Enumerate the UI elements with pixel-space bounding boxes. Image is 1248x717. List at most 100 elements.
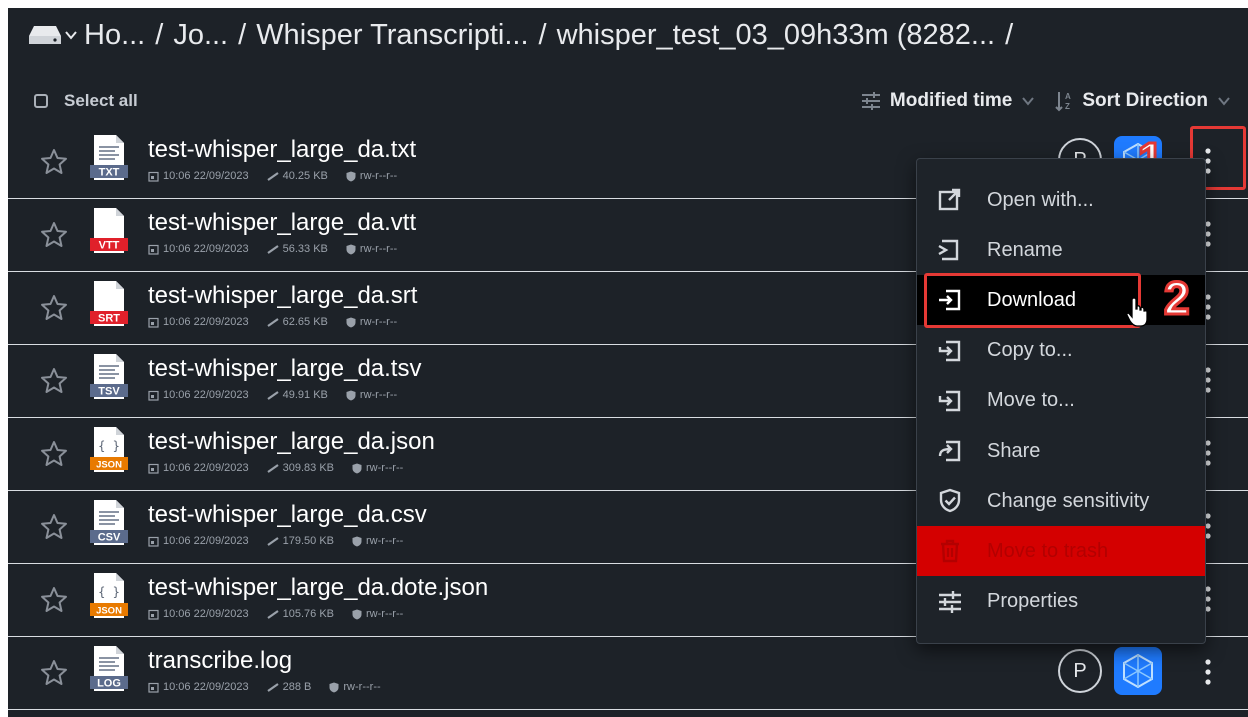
- breadcrumb-separator: /: [155, 18, 164, 51]
- menu-item-label: Move to trash: [987, 539, 1109, 562]
- calendar-icon: [148, 390, 159, 401]
- size-icon: [267, 391, 279, 400]
- file-type-icon: LOG: [90, 646, 128, 691]
- svg-text:{ }: { }: [98, 439, 120, 453]
- file-name[interactable]: test-whisper_large_da.srt: [148, 282, 417, 310]
- file-permissions: rw-r--r--: [366, 535, 404, 547]
- file-modified-time: 10:06 22/09/2023: [163, 389, 249, 401]
- breadcrumb: Ho... / Jo... / Whisper Transcripti... /…: [8, 8, 1248, 62]
- menu-item-label: Rename: [987, 238, 1063, 261]
- star-icon[interactable]: [40, 148, 68, 176]
- size-icon: [267, 537, 279, 546]
- star-icon[interactable]: [40, 367, 68, 395]
- menu-item-move-to-trash[interactable]: Move to trash: [917, 526, 1205, 577]
- menu-item-move-to[interactable]: Move to...: [917, 376, 1205, 426]
- file-type-icon: { } JSON: [90, 427, 128, 472]
- hand-cursor-icon: [1126, 297, 1148, 327]
- file-meta: 10:06 22/09/2023 309.83 KB rw-r--r--: [148, 462, 403, 474]
- file-permissions: rw-r--r--: [359, 389, 398, 401]
- sort-field-dropdown[interactable]: Modified time: [890, 90, 1012, 112]
- annotation-step-2: 2: [1163, 272, 1192, 324]
- calendar-icon: [148, 609, 159, 620]
- file-modified-time: 10:06 22/09/2023: [163, 170, 249, 182]
- file-permissions: rw-r--r--: [366, 608, 404, 620]
- chevron-down-icon[interactable]: [64, 28, 78, 42]
- sort-direction-dropdown[interactable]: Sort Direction: [1082, 90, 1208, 112]
- menu-item-label: Share: [987, 439, 1041, 462]
- chevron-down-icon[interactable]: [1216, 93, 1232, 109]
- breadcrumb-item-jo[interactable]: Jo...: [173, 19, 228, 52]
- select-all-checkbox[interactable]: [34, 94, 48, 108]
- shield-check-icon: [939, 488, 961, 513]
- copy-to-icon: [938, 340, 961, 361]
- shield-icon: [346, 390, 356, 400]
- breadcrumb-item-whisper[interactable]: Whisper Transcripti...: [256, 19, 528, 52]
- file-type-badge: LOG: [97, 678, 121, 690]
- share-icon: [938, 440, 961, 462]
- breadcrumb-item-home[interactable]: Ho...: [84, 19, 145, 52]
- star-icon[interactable]: [40, 659, 68, 687]
- breadcrumb-separator: /: [1005, 18, 1014, 51]
- kebab-menu-icon[interactable]: [1200, 655, 1216, 689]
- shield-icon: [352, 536, 362, 546]
- file-name[interactable]: test-whisper_large_da.json: [148, 428, 435, 456]
- file-meta: 10:06 22/09/2023 179.50 KB rw-r--r--: [148, 535, 403, 547]
- menu-item-rename[interactable]: Rename: [917, 225, 1205, 275]
- star-icon[interactable]: [40, 440, 68, 468]
- file-type-badge: JSON: [96, 460, 122, 471]
- file-modified-time: 10:06 22/09/2023: [163, 316, 249, 328]
- drive-icon[interactable]: [28, 24, 62, 46]
- shield-icon: [346, 171, 356, 181]
- context-menu: Open with... Rename Download Copy to... Move…: [916, 158, 1206, 644]
- menu-item-open-with[interactable]: Open with...: [917, 175, 1205, 225]
- menu-item-properties[interactable]: Properties: [917, 577, 1205, 627]
- file-type-icon: VTT: [90, 208, 128, 253]
- file-meta: 10:06 22/09/2023 288 B rw-r--r--: [148, 681, 381, 693]
- menu-item-copy-to[interactable]: Copy to...: [917, 326, 1205, 376]
- menu-item-share[interactable]: Share: [917, 426, 1205, 476]
- breadcrumb-separator: /: [238, 18, 247, 51]
- file-type-icon: CSV: [90, 500, 128, 545]
- file-size: 49.91 KB: [282, 389, 328, 401]
- open-with-icon: [938, 188, 961, 211]
- calendar-icon: [148, 463, 159, 474]
- file-name[interactable]: test-whisper_large_da.dote.json: [148, 574, 488, 602]
- menu-item-change-sensitivity[interactable]: Change sensitivity: [917, 476, 1205, 526]
- file-modified-time: 10:06 22/09/2023: [163, 243, 249, 255]
- file-permissions: rw-r--r--: [343, 681, 381, 693]
- file-modified-time: 10:06 22/09/2023: [163, 462, 249, 474]
- select-all-label[interactable]: Select all: [64, 91, 138, 111]
- file-size: 288 B: [282, 681, 312, 693]
- trash-icon: [941, 540, 959, 563]
- file-modified-time: 10:06 22/09/2023: [163, 608, 249, 620]
- svg-text:{ }: { }: [98, 585, 120, 599]
- file-row[interactable]: LOG transcribe.log 10:06 22/09/2023 288 B rw…: [8, 637, 1248, 710]
- star-icon[interactable]: [40, 294, 68, 322]
- star-icon[interactable]: [40, 513, 68, 541]
- app-shortcut-icon[interactable]: [1114, 647, 1162, 695]
- calendar-icon: [148, 317, 159, 328]
- file-type-badge: SRT: [98, 313, 120, 325]
- rename-icon: [938, 239, 959, 261]
- sort-controls: Modified time A Z Sort Direction: [860, 90, 1232, 112]
- file-type-icon: TXT: [90, 135, 128, 180]
- breadcrumb-separator: /: [538, 18, 547, 51]
- breadcrumb-item-test-folder[interactable]: whisper_test_03_09h33m (8282...: [557, 19, 996, 52]
- file-meta: 10:06 22/09/2023 105.76 KB rw-r--r--: [148, 608, 403, 620]
- avatar[interactable]: P: [1058, 649, 1102, 693]
- star-icon[interactable]: [40, 586, 68, 614]
- move-to-icon: [938, 390, 961, 411]
- file-name[interactable]: test-whisper_large_da.csv: [148, 501, 427, 529]
- filter-sliders-icon: [861, 92, 880, 110]
- file-name[interactable]: test-whisper_large_da.vtt: [148, 209, 416, 237]
- file-name[interactable]: test-whisper_large_da.txt: [148, 136, 416, 164]
- file-size: 56.33 KB: [282, 243, 328, 255]
- file-name[interactable]: transcribe.log: [148, 647, 292, 675]
- properties-icon: [939, 590, 961, 613]
- file-name[interactable]: test-whisper_large_da.tsv: [148, 355, 421, 383]
- menu-item-label: Open with...: [987, 188, 1094, 211]
- chevron-down-icon[interactable]: [1020, 93, 1036, 109]
- file-type-badge: JSON: [96, 606, 122, 617]
- size-icon: [267, 245, 279, 254]
- star-icon[interactable]: [40, 221, 68, 249]
